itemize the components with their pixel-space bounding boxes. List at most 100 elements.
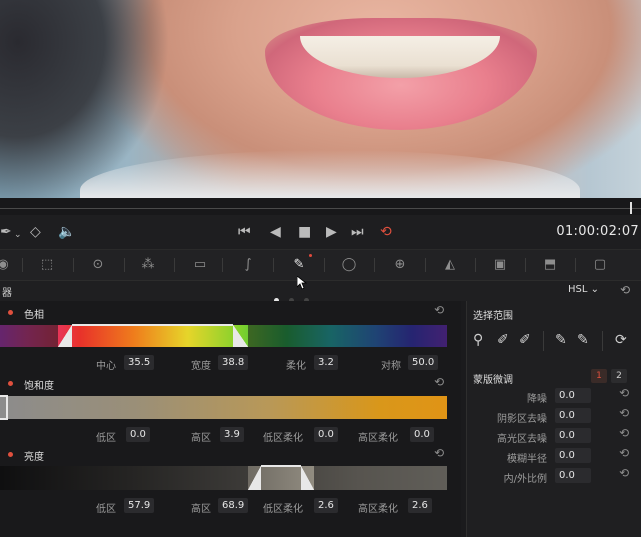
lum-high-soft-field[interactable]: 2.6 bbox=[408, 498, 432, 513]
lum-low-soft-field[interactable]: 2.6 bbox=[314, 498, 338, 513]
panel-title: 器 bbox=[2, 288, 12, 299]
tracker-icon[interactable]: ⊕ bbox=[389, 256, 411, 274]
saturation-label: 饱和度 bbox=[24, 381, 54, 392]
hue-soft-right-handle[interactable] bbox=[233, 325, 248, 347]
divider bbox=[425, 258, 426, 272]
shadow-denoise-reset-icon[interactable]: ⟲ bbox=[619, 406, 629, 420]
skip-to-start-button[interactable]: ⏮ bbox=[238, 223, 251, 241]
highlight-denoise-label: 高光区去噪 bbox=[497, 434, 547, 445]
color-match-icon[interactable]: ▭ bbox=[189, 256, 211, 274]
hue-reset-icon[interactable]: ⟲ bbox=[434, 303, 444, 317]
motion-effects-icon[interactable]: ⊙ bbox=[87, 256, 109, 274]
softness-minus-icon[interactable]: ✎ bbox=[555, 332, 567, 348]
scrubber-track bbox=[0, 208, 641, 209]
raw-icon[interactable]: ⁂ bbox=[137, 256, 159, 274]
saturation-range-bar[interactable] bbox=[0, 396, 447, 419]
hue-soft-left-handle[interactable] bbox=[58, 325, 72, 347]
saturation-reset-icon[interactable]: ⟲ bbox=[434, 375, 444, 389]
divider bbox=[475, 258, 476, 272]
saturation-window[interactable] bbox=[0, 395, 8, 420]
blur-radius-reset-icon[interactable]: ⟲ bbox=[619, 446, 629, 460]
speaker-icon[interactable]: 🔈 bbox=[58, 223, 75, 241]
picker-plus-icon[interactable]: ✐ bbox=[519, 332, 531, 348]
lum-shade-right bbox=[314, 466, 447, 490]
denoise-reset-icon[interactable]: ⟲ bbox=[619, 386, 629, 400]
in-out-ratio-reset-icon[interactable]: ⟲ bbox=[619, 466, 629, 480]
curves-icon[interactable]: ∫ bbox=[237, 256, 259, 274]
power-window-icon[interactable]: ◯ bbox=[338, 256, 360, 274]
blur-icon[interactable]: ◭ bbox=[439, 256, 461, 274]
hue-shade-right bbox=[248, 325, 447, 347]
sat-high-field[interactable]: 3.9 bbox=[220, 427, 244, 442]
hue-symmetry-label: 对称 bbox=[381, 361, 401, 372]
layers-icon[interactable]: ◇ bbox=[30, 223, 41, 241]
step-back-button[interactable]: ◀ bbox=[270, 223, 281, 241]
denoise-label: 降噪 bbox=[527, 394, 547, 405]
softness-plus-icon[interactable]: ✎ bbox=[577, 332, 589, 348]
highlight-denoise-reset-icon[interactable]: ⟲ bbox=[619, 426, 629, 440]
matte-tab-2[interactable]: 2 bbox=[611, 369, 627, 383]
sat-low-soft-label: 低区柔化 bbox=[263, 433, 303, 444]
mouse-cursor-icon bbox=[297, 276, 307, 290]
chevron-down-icon[interactable]: ⌄ bbox=[14, 226, 22, 244]
in-out-ratio-label: 内/外比例 bbox=[503, 474, 547, 485]
lum-window-top[interactable] bbox=[261, 465, 301, 467]
divider bbox=[575, 258, 576, 272]
sat-low-field[interactable]: 0.0 bbox=[126, 427, 150, 442]
hue-shade-left bbox=[0, 325, 58, 347]
saturation-indicator bbox=[8, 381, 13, 386]
highlight-denoise-field[interactable]: 0.0 bbox=[555, 428, 591, 443]
denoise-field[interactable]: 0.0 bbox=[555, 388, 591, 403]
video-viewer[interactable] bbox=[0, 0, 641, 198]
invert-icon[interactable]: ⟳ bbox=[615, 332, 627, 348]
timecode: 01:00:02:07 bbox=[556, 224, 639, 239]
color-wheels-icon[interactable]: ◉ bbox=[0, 256, 14, 274]
hue-symmetry-field[interactable]: 50.0 bbox=[408, 355, 439, 370]
in-out-ratio-field[interactable]: 0.0 bbox=[555, 468, 591, 483]
reset-icon[interactable]: ⟲ bbox=[620, 283, 630, 297]
qualifier-mode-select[interactable]: HSL ⌄ bbox=[568, 284, 599, 295]
hue-indicator bbox=[8, 310, 13, 315]
lum-high-field[interactable]: 68.9 bbox=[218, 498, 249, 513]
loop-button[interactable]: ⟲ bbox=[380, 223, 392, 241]
selection-panel: 选择范围 ⚲ ✐ ✐ ✎ ✎ ⟳ 蒙版微调 1 2 降噪 0.0 ⟲ 阴影区去噪… bbox=[466, 301, 641, 537]
3d-icon[interactable]: ▢ bbox=[589, 256, 611, 274]
picker-minus-icon[interactable]: ✐ bbox=[497, 332, 509, 348]
sat-low-soft-field[interactable]: 0.0 bbox=[314, 427, 338, 442]
divider bbox=[174, 258, 175, 272]
hue-width-label: 宽度 bbox=[191, 361, 211, 372]
sat-high-soft-label: 高区柔化 bbox=[358, 433, 398, 444]
shadow-denoise-field[interactable]: 0.0 bbox=[555, 408, 591, 423]
divider bbox=[222, 258, 223, 272]
lum-low-field[interactable]: 57.9 bbox=[124, 498, 155, 513]
divider bbox=[22, 258, 23, 272]
blur-radius-field[interactable]: 0.0 bbox=[555, 448, 591, 463]
selection-title: 选择范围 bbox=[473, 311, 513, 322]
luminance-reset-icon[interactable]: ⟲ bbox=[434, 446, 444, 460]
rgb-mixer-icon[interactable]: ⬚ bbox=[36, 256, 58, 274]
hue-soft-field[interactable]: 3.2 bbox=[314, 355, 338, 370]
playhead[interactable] bbox=[630, 202, 632, 214]
skip-to-end-button[interactable]: ⏭ bbox=[351, 223, 364, 241]
pointer-tool-icon[interactable]: ✒ bbox=[0, 223, 12, 241]
sat-high-soft-field[interactable]: 0.0 bbox=[410, 427, 434, 442]
chevron-down-icon: ⌄ bbox=[590, 284, 600, 295]
qualifier-eyedropper-icon[interactable]: ✎ bbox=[288, 254, 312, 274]
lum-soft-right-handle[interactable] bbox=[301, 466, 314, 490]
hue-label: 色相 bbox=[24, 310, 44, 321]
hue-width-field[interactable]: 38.8 bbox=[218, 355, 249, 370]
hue-center-field[interactable]: 35.5 bbox=[124, 355, 155, 370]
lum-soft-left-handle[interactable] bbox=[248, 466, 261, 490]
shadow-denoise-label: 阴影区去噪 bbox=[497, 414, 547, 425]
divider bbox=[324, 258, 325, 272]
matte-tab-1[interactable]: 1 bbox=[591, 369, 607, 383]
sat-high-label: 高区 bbox=[191, 433, 211, 444]
sizing-icon[interactable]: ⬒ bbox=[539, 256, 561, 274]
stop-button[interactable]: ■ bbox=[298, 223, 311, 241]
hue-window-top[interactable] bbox=[72, 324, 233, 326]
key-icon[interactable]: ▣ bbox=[489, 256, 511, 274]
eyedropper-icon[interactable]: ⚲ bbox=[473, 332, 483, 348]
timeline-scrubber[interactable] bbox=[0, 198, 641, 215]
hue-center-label: 中心 bbox=[96, 361, 116, 372]
play-button[interactable]: ▶ bbox=[326, 223, 337, 241]
